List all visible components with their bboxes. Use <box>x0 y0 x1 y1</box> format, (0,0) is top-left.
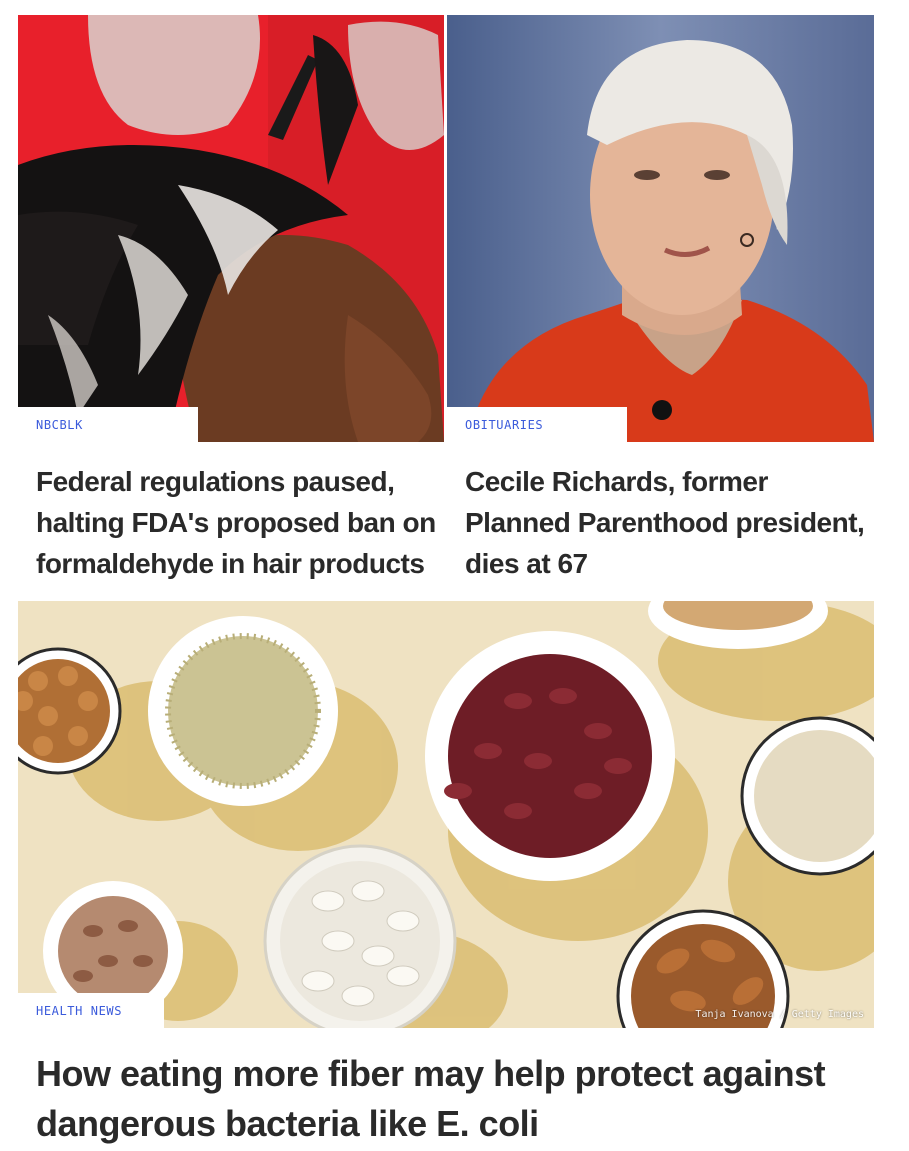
article-headline[interactable]: Cecile Richards, former Planned Parentho… <box>465 461 865 584</box>
article-image-hair-treatment[interactable] <box>18 15 444 442</box>
article-category-tag[interactable]: HEALTH NEWS <box>18 993 164 1029</box>
article-category-tag[interactable]: NBCBLK <box>18 407 198 443</box>
article-card-fiber[interactable]: Tanja Ivanova / Getty Images HEALTH NEWS… <box>18 601 874 1151</box>
article-card-cecile-richards[interactable]: OBITUARIES Cecile Richards, former Plann… <box>447 15 874 595</box>
article-card-hair-products[interactable]: NBCBLK Federal regulations paused, halti… <box>18 15 444 595</box>
article-category-tag[interactable]: OBITUARIES <box>447 407 627 443</box>
article-image-portrait[interactable] <box>447 15 874 442</box>
article-headline[interactable]: Federal regulations paused, halting FDA'… <box>36 461 436 584</box>
article-image-beans-bowls[interactable]: Tanja Ivanova / Getty Images <box>18 601 874 1028</box>
article-headline[interactable]: How eating more fiber may help protect a… <box>36 1049 836 1149</box>
image-credit: Tanja Ivanova / Getty Images <box>695 1009 864 1020</box>
